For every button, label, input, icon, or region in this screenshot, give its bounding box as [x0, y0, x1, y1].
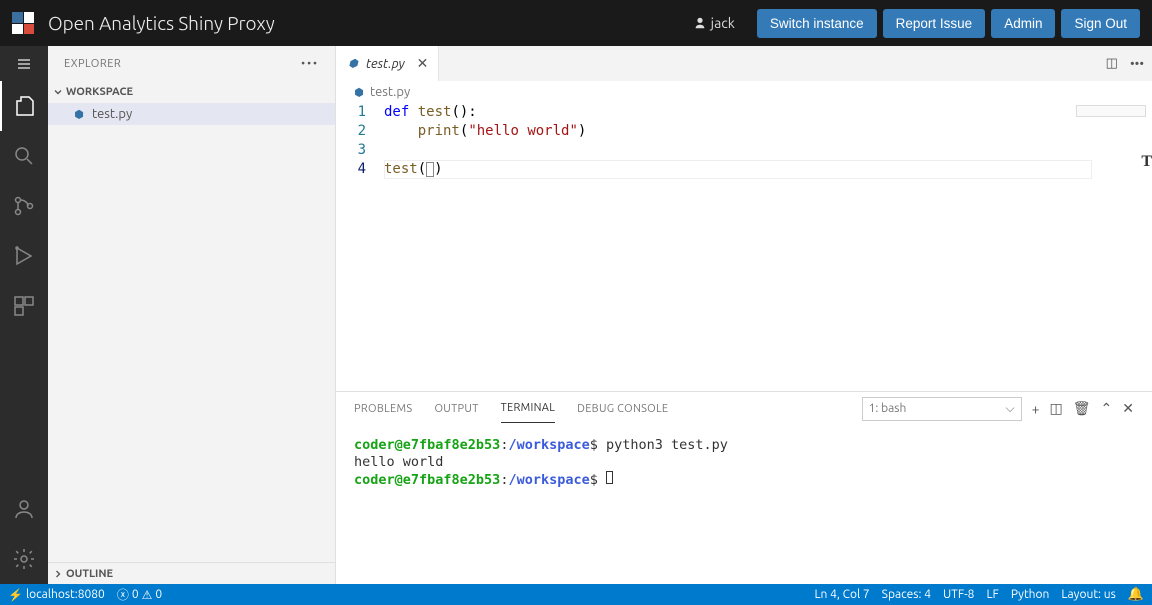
- search-tab[interactable]: [0, 131, 48, 181]
- new-terminal-button[interactable]: +: [1032, 401, 1040, 417]
- workspace-section-header[interactable]: WORKSPACE: [48, 81, 335, 103]
- cursor-position-button[interactable]: Ln 4, Col 7: [814, 588, 869, 601]
- sign-out-button[interactable]: Sign Out: [1061, 9, 1140, 38]
- python-file-icon: [346, 57, 360, 71]
- editor-tab[interactable]: test.py ✕: [336, 46, 439, 81]
- encoding-button[interactable]: UTF-8: [943, 588, 974, 601]
- chevron-down-icon: ⌵: [1006, 402, 1015, 416]
- bottom-panel: PROBLEMS OUTPUT TERMINAL DEBUG CONSOLE 1…: [336, 391, 1152, 584]
- terminal-content[interactable]: coder@e7fbaf8e2b53:/workspace$ python3 t…: [336, 425, 1152, 584]
- workspace-label: WORKSPACE: [66, 86, 133, 98]
- code-content: def test(): print("hello world") test(): [384, 103, 1152, 391]
- explorer-sidebar: EXPLORER ••• WORKSPACE test.py OUTLINE: [48, 46, 336, 584]
- report-issue-button[interactable]: Report Issue: [883, 9, 986, 38]
- python-file-icon: [72, 107, 86, 121]
- problems-tab[interactable]: PROBLEMS: [354, 395, 412, 423]
- source-control-tab[interactable]: [0, 181, 48, 231]
- chevron-right-icon: [52, 568, 64, 580]
- problems-status-button[interactable]: ⓧ 0 ⚠ 0: [117, 586, 162, 603]
- breadcrumb-file: test.py: [370, 85, 410, 99]
- file-name-label: test.py: [92, 107, 132, 121]
- chevron-down-icon: [52, 86, 64, 98]
- keyboard-layout-button[interactable]: Layout: us: [1061, 588, 1115, 601]
- outline-section-header[interactable]: OUTLINE: [48, 562, 335, 584]
- close-panel-button[interactable]: ✕: [1122, 400, 1134, 417]
- explorer-tab[interactable]: [0, 81, 48, 131]
- tab-title: test.py: [366, 57, 405, 71]
- indentation-button[interactable]: Spaces: 4: [882, 588, 931, 601]
- code-editor[interactable]: 1234 def test(): print("hello world") te…: [336, 103, 1152, 391]
- minimap[interactable]: T: [1072, 103, 1152, 391]
- split-terminal-button[interactable]: ◫: [1050, 400, 1063, 417]
- debug-console-tab[interactable]: DEBUG CONSOLE: [577, 395, 668, 423]
- accounts-button[interactable]: [0, 484, 48, 534]
- settings-button[interactable]: [0, 534, 48, 584]
- admin-button[interactable]: Admin: [991, 9, 1055, 38]
- kill-terminal-button[interactable]: 🗑: [1073, 400, 1091, 417]
- app-logo: [12, 12, 34, 34]
- top-bar: Open Analytics Shiny Proxy jack Switch i…: [0, 0, 1152, 46]
- remote-host-button[interactable]: ⚡ localhost:8080: [8, 588, 105, 602]
- editor-more-button[interactable]: •••: [1130, 57, 1144, 71]
- switch-instance-button[interactable]: Switch instance: [757, 9, 877, 38]
- explorer-title: EXPLORER: [64, 58, 121, 70]
- username-label: jack: [711, 15, 735, 31]
- activity-bar: [0, 46, 48, 584]
- terminal-selector[interactable]: 1: bash ⌵: [862, 397, 1022, 421]
- output-tab[interactable]: OUTPUT: [434, 395, 478, 423]
- line-gutter: 1234: [336, 103, 384, 391]
- language-mode-button[interactable]: Python: [1011, 588, 1050, 601]
- debug-tab[interactable]: [0, 231, 48, 281]
- terminal-selector-label: 1: bash: [869, 402, 907, 415]
- menu-button[interactable]: [0, 46, 48, 81]
- status-bar: ⚡ localhost:8080 ⓧ 0 ⚠ 0 Ln 4, Col 7 Spa…: [0, 584, 1152, 605]
- terminal-tab[interactable]: TERMINAL: [501, 394, 556, 423]
- editor-area: test.py ✕ ◫ ••• test.py 1234 def test():…: [336, 46, 1152, 584]
- outline-label: OUTLINE: [66, 568, 113, 580]
- split-editor-button[interactable]: ◫: [1106, 56, 1118, 71]
- user-icon: [693, 16, 707, 30]
- notifications-button[interactable]: 🔔: [1128, 587, 1144, 602]
- breadcrumb[interactable]: test.py: [336, 81, 1152, 103]
- extensions-tab[interactable]: [0, 281, 48, 331]
- app-title: Open Analytics Shiny Proxy: [48, 12, 275, 34]
- python-file-icon: [352, 85, 366, 99]
- editor-tabs-row: test.py ✕ ◫ •••: [336, 46, 1152, 81]
- tab-close-button[interactable]: ✕: [417, 55, 429, 72]
- explorer-more-button[interactable]: •••: [301, 58, 319, 70]
- file-tree-item[interactable]: test.py: [48, 103, 335, 125]
- user-indicator[interactable]: jack: [693, 15, 735, 31]
- maximize-panel-button[interactable]: ⌃: [1101, 400, 1113, 417]
- eol-button[interactable]: LF: [986, 588, 998, 601]
